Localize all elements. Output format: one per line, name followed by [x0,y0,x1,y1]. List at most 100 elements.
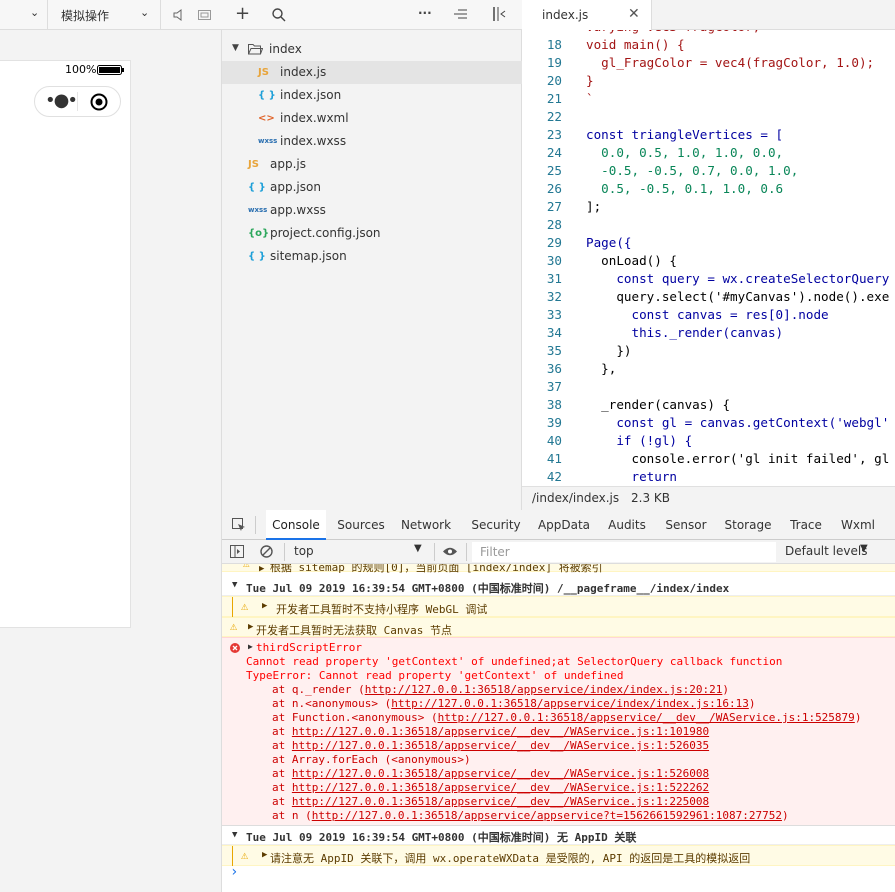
console-warning: ⚠ ▶ 开发者工具暂时无法获取 Canvas 节点 [222,617,895,637]
file-item[interactable]: JS index.js [222,61,522,84]
chevron-down-icon[interactable]: ▼ [232,580,237,590]
clear-console-icon[interactable] [260,545,273,558]
add-file-icon[interactable]: + [235,3,250,24]
code-text: query.select('#myCanvas').node().exe [586,289,890,304]
chevron-down-icon[interactable]: ⌄ [140,6,149,19]
split-editor-icon[interactable] [492,7,506,21]
code-area[interactable]: varying vec3 fragColor;18void main() {19… [522,30,895,486]
frame-suffix: ) [854,711,862,724]
line-number: 42 [546,469,562,484]
log-levels-select[interactable]: Default levels [785,544,867,558]
chevron-down-icon[interactable]: ▼ [232,43,239,53]
sidebar-toggle-icon[interactable] [230,545,244,558]
file-item[interactable]: JS app.js [222,153,522,176]
source-link[interactable]: http://127.0.0.1:36518/appservice/__dev_… [292,795,709,808]
warning-icon: ⚠ [241,599,249,613]
more-dots-icon[interactable]: •●• [45,91,78,111]
file-item[interactable]: { } app.json [222,176,522,199]
more-icon[interactable]: ··· [418,6,432,20]
source-link[interactable]: http://127.0.0.1:36518/appservice/__dev_… [292,739,709,752]
close-capsule-icon[interactable] [90,93,108,111]
console-toolbar: top ▼ Filter Default levels ▼ [222,540,895,564]
error-icon [230,643,240,653]
code-line: 40 if (!gl) { [522,432,895,450]
source-link[interactable]: http://127.0.0.1:36518/appservice/__dev_… [438,711,855,724]
console-prompt-icon[interactable]: › [230,864,238,880]
file-item[interactable]: wxss app.wxss [222,199,522,222]
context-select[interactable]: top [294,544,314,558]
code-line: 34 this._render(canvas) [522,324,895,342]
code-text: } [586,73,594,88]
chevron-down-icon[interactable]: ▼ [232,830,237,840]
frame-prefix: at [272,739,292,752]
code-text: Page({ [586,235,632,250]
code-line: 33 const canvas = res[0].node [522,306,895,324]
line-number: 28 [546,217,562,232]
tab-trace[interactable]: Trace [784,510,828,540]
tab-storage[interactable]: Storage [718,510,778,540]
tab-wxml[interactable]: Wxml [835,510,881,540]
code-text: const gl = canvas.getContext('webgl' [586,415,890,430]
console-group-header[interactable]: ▼ Tue Jul 09 2019 16:39:54 GMT+0800 (中国标… [222,576,895,596]
file-item[interactable]: <> index.wxml [222,107,522,130]
file-item[interactable]: wxss index.wxss [222,130,522,153]
source-link[interactable]: http://127.0.0.1:36518/appservice/index/… [365,683,723,696]
search-icon[interactable] [272,8,286,22]
code-line: 30 onLoad() { [522,252,895,270]
tab-index-js[interactable]: index.js ✕ [522,0,652,30]
line-number: 22 [546,109,562,124]
frame-prefix: at [272,767,292,780]
volume-icon[interactable] [173,9,183,21]
file-item[interactable]: { } index.json [222,84,522,107]
tab-sources[interactable]: Sources [333,510,389,540]
stack-frame: at n.<anonymous> (http://127.0.0.1:36518… [272,697,755,710]
chevron-down-icon[interactable]: ▼ [860,543,868,554]
line-number: 31 [546,271,562,286]
frame-suffix: ) [722,683,729,696]
tab-audits[interactable]: Audits [603,510,651,540]
source-link[interactable]: http://127.0.0.1:36518/appservice/appser… [312,809,782,822]
inspect-element-icon[interactable] [232,518,246,532]
warning-icon: ⚠ [241,848,249,862]
console-warning: ⚠ ▶ 根据 sitemap 的规则[0]，当前页面 [index/index]… [222,564,895,574]
chevron-down-icon[interactable]: ⌄ [30,6,39,19]
code-line: 21 ` [522,90,895,108]
code-text: }) [586,343,632,358]
console-group-header[interactable]: ▼ Tue Jul 09 2019 16:39:54 GMT+0800 (中国标… [222,825,895,845]
file-item[interactable]: { } sitemap.json [222,245,522,268]
source-link[interactable]: http://127.0.0.1:36518/appservice/index/… [391,697,749,710]
error-type: TypeError: Cannot read property 'getCont… [246,669,624,682]
tab-network[interactable]: Network [398,510,454,540]
operation-dropdown-label[interactable]: 模拟操作 [61,7,109,24]
tab-console[interactable]: Console [266,510,326,540]
expand-icon[interactable]: ▶ [262,601,267,611]
source-link[interactable]: http://127.0.0.1:36518/appservice/__dev_… [292,767,709,780]
tab-sensor[interactable]: Sensor [659,510,713,540]
code-text: -0.5, -0.5, 0.7, 0.0, 1.0, [586,163,799,178]
tab-security[interactable]: Security [467,510,525,540]
error-title: thirdScriptError [256,641,362,654]
file-label: app.js [270,157,306,171]
expand-icon[interactable]: ▶ [248,622,253,632]
frame-prefix: at Function.<anonymous> ( [272,711,438,724]
source-link[interactable]: http://127.0.0.1:36518/appservice/__dev_… [292,781,709,794]
filter-placeholder: Filter [480,545,510,559]
file-label: index.wxss [280,134,347,148]
folder-index[interactable]: ▼ index [222,38,522,61]
tab-appdata[interactable]: AppData [531,510,597,540]
collapse-all-icon[interactable] [454,8,468,20]
code-line: 20} [522,72,895,90]
error-message: Cannot read property 'getContext' of und… [246,655,783,668]
expand-icon[interactable]: ▶ [248,642,253,651]
line-number: 26 [546,181,562,196]
close-icon[interactable]: ✕ [628,6,640,22]
group-indent [232,846,233,866]
source-link[interactable]: http://127.0.0.1:36518/appservice/__dev_… [292,725,709,738]
line-number: 30 [546,253,562,268]
eye-icon[interactable] [442,546,458,557]
chevron-down-icon[interactable]: ▼ [414,543,422,554]
expand-icon[interactable]: ▶ [262,850,267,860]
file-item[interactable]: {o} project.config.json [222,222,522,245]
filter-input[interactable]: Filter [472,542,776,562]
window-icon[interactable] [198,10,211,20]
